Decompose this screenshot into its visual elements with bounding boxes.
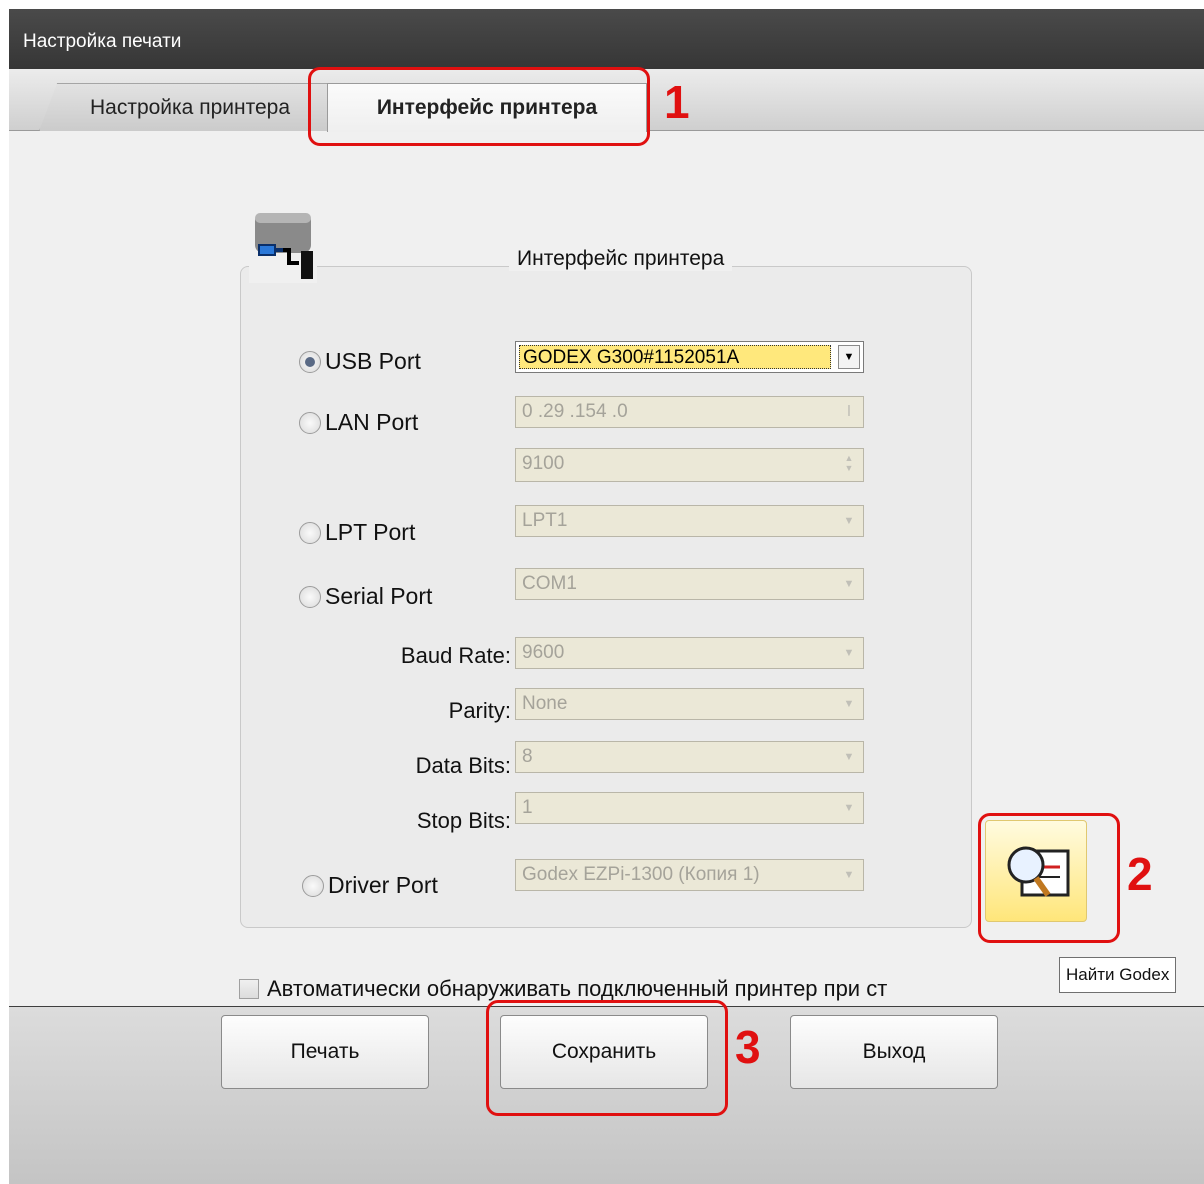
usb-port-select[interactable]: GODEX G300#1152051A ▼ (515, 341, 864, 373)
annotation-box-find (978, 813, 1120, 943)
lpt-port-select[interactable]: LPT1 ▼ (515, 505, 864, 537)
lan-port-label: LAN Port (325, 409, 419, 435)
stop-bits-select[interactable]: 1 ▼ (515, 792, 864, 824)
title-bar: Настройка печати (9, 9, 1204, 69)
annotation-number-3: 3 (735, 1021, 761, 1073)
chevron-down-icon[interactable]: ▼ (838, 864, 860, 886)
annotation-number-1: 1 (664, 76, 690, 128)
driver-port-label: Driver Port (328, 872, 438, 898)
annotation-box-save (486, 1000, 728, 1116)
lan-ip-value: 0 .29 .154 .0 (522, 401, 628, 422)
chevron-down-icon[interactable]: ▼ (838, 345, 860, 369)
chevron-down-icon[interactable]: ▼ (838, 797, 860, 819)
print-button[interactable]: Печать (221, 1015, 429, 1089)
lan-port-stepper[interactable]: 9100 ▲ ▼ (515, 448, 864, 482)
serial-port-select[interactable]: COM1 ▼ (515, 568, 864, 600)
parity-select[interactable]: None ▼ (515, 688, 864, 720)
data-bits-select[interactable]: 8 ▼ (515, 741, 864, 773)
exit-button[interactable]: Выход (790, 1015, 998, 1089)
serial-port-value: COM1 (522, 573, 577, 594)
serial-port-radio-row[interactable]: Serial Port (299, 583, 432, 610)
baud-rate-select[interactable]: 9600 ▼ (515, 637, 864, 669)
find-godex-tooltip: Найти Godex (1059, 957, 1177, 993)
data-bits-label: Data Bits: (415, 753, 511, 778)
usb-port-value: GODEX G300#1152051A (519, 345, 831, 369)
serial-port-radio[interactable] (299, 585, 321, 608)
driver-port-value: Godex EZPi-1300 (Копия 1) (522, 864, 760, 885)
driver-port-select[interactable]: Godex EZPi-1300 (Копия 1) ▼ (515, 859, 864, 891)
chevron-down-icon[interactable]: ▼ (838, 573, 860, 595)
usb-port-label: USB Port (325, 348, 421, 374)
group-title: Интерфейс принтера (509, 247, 733, 271)
baud-rate-value: 9600 (522, 642, 565, 663)
tab-printer-settings[interactable]: Настройка принтера (39, 83, 341, 131)
printer-port-icon (249, 211, 317, 283)
baud-rate-label: Baud Rate: (400, 643, 511, 668)
auto-detect-checkbox[interactable] (239, 979, 259, 999)
chevron-down-icon[interactable]: ▼ (838, 510, 860, 532)
window-title: Настройка печати (23, 31, 182, 52)
chevron-down-icon[interactable]: ▼ (838, 746, 860, 768)
data-bits-value: 8 (522, 746, 533, 767)
chevron-down-icon[interactable]: ▼ (838, 642, 860, 664)
stepper-arrows-icon[interactable]: ▲ ▼ (838, 453, 860, 475)
driver-port-radio[interactable] (302, 874, 324, 897)
lpt-port-value: LPT1 (522, 510, 568, 531)
lan-port-radio[interactable] (299, 411, 321, 434)
usb-port-radio[interactable] (299, 350, 321, 373)
auto-detect-row[interactable]: Автоматически обнаруживать подключенный … (239, 976, 887, 1002)
tab-printer-interface[interactable]: Интерфейс принтера (327, 83, 647, 132)
driver-port-radio-row[interactable]: Driver Port (302, 872, 438, 899)
chevron-down-icon[interactable]: ▼ (838, 693, 860, 715)
serial-port-label: Serial Port (325, 583, 433, 609)
lpt-port-label: LPT Port (325, 519, 416, 545)
lan-port-radio-row[interactable]: LAN Port (299, 409, 418, 436)
stop-bits-label: Stop Bits: (416, 808, 511, 833)
auto-detect-label: Автоматически обнаруживать подключенный … (267, 976, 888, 1001)
usb-port-radio-row[interactable]: USB Port (299, 348, 421, 375)
parity-value: None (522, 693, 568, 714)
annotation-number-2: 2 (1127, 848, 1153, 900)
stop-bits-value: 1 (522, 797, 533, 818)
lpt-port-radio-row[interactable]: LPT Port (299, 519, 415, 546)
text-cursor-icon: I (846, 403, 852, 420)
lan-port-value: 9100 (522, 453, 565, 474)
parity-label: Parity: (448, 698, 511, 723)
lan-ip-field[interactable]: 0 .29 .154 .0 I (515, 396, 864, 428)
lpt-port-radio[interactable] (299, 521, 321, 544)
